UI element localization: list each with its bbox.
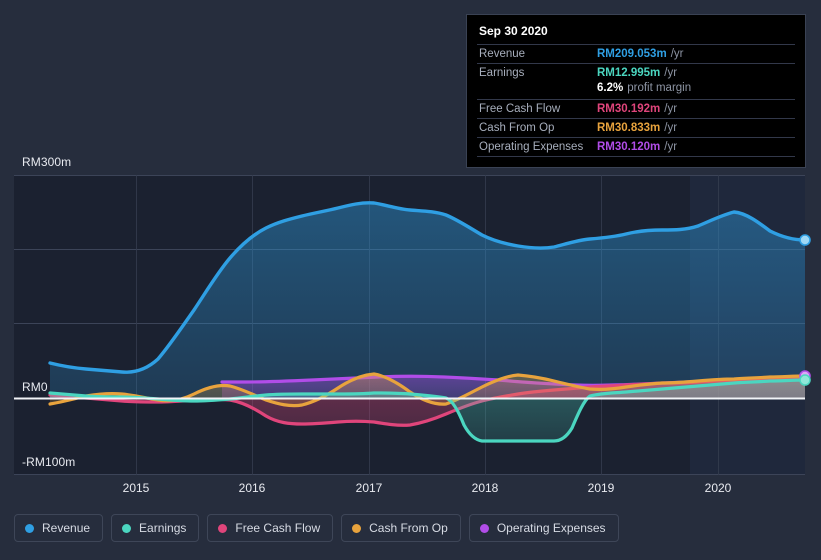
legend-item-revenue[interactable]: Revenue — [14, 514, 104, 542]
tooltip-label-free-cash-flow: Free Cash Flow — [479, 103, 561, 115]
tooltip-unit-profit-margin: profit margin — [627, 82, 692, 94]
legend-item-free-cash-flow[interactable]: Free Cash Flow — [207, 514, 334, 542]
tooltip-label-earnings: Earnings — [479, 67, 525, 79]
legend-label-earnings: Earnings — [139, 521, 187, 535]
tooltip-row-operating-expenses: Operating Expenses RM30.120m /yr — [477, 137, 795, 156]
cash-from-op-swatch-icon — [352, 523, 362, 533]
tooltip-unit-free-cash-flow: /yr — [664, 103, 678, 115]
x-axis-tick-2016: 2016 — [238, 481, 266, 495]
tooltip-row-earnings: Earnings RM12.995m /yr — [477, 63, 795, 82]
x-axis-tick-2019: 2019 — [587, 481, 615, 495]
tooltip-row-revenue: Revenue RM209.053m /yr — [477, 44, 795, 63]
chart-legend: Revenue Earnings Free Cash Flow Cash Fro… — [14, 514, 619, 542]
legend-label-revenue: Revenue — [42, 521, 91, 535]
tooltip-row-free-cash-flow: Free Cash Flow RM30.192m /yr — [477, 99, 795, 118]
tooltip-unit-revenue: /yr — [670, 48, 684, 60]
data-tooltip: Sep 30 2020 Revenue RM209.053m /yr Earni… — [466, 14, 806, 168]
earnings-end-marker — [799, 374, 811, 386]
revenue-end-marker — [799, 234, 811, 246]
legend-label-cash-from-op: Cash From Op — [369, 521, 448, 535]
tooltip-value-revenue: RM209.053m — [597, 48, 667, 60]
tooltip-unit-cash-from-op: /yr — [664, 122, 678, 134]
tooltip-value-profit-margin: 6.2% — [597, 82, 624, 94]
chart-screenshot: RM300m RM0 -RM100m 2015 2016 2017 2018 2… — [0, 0, 821, 560]
tooltip-label-operating-expenses: Operating Expenses — [479, 141, 584, 153]
x-axis-tick-2017: 2017 — [355, 481, 383, 495]
tooltip-label-revenue: Revenue — [479, 48, 526, 60]
revenue-swatch-icon — [25, 523, 34, 533]
legend-label-free-cash-flow: Free Cash Flow — [235, 521, 321, 535]
tooltip-unit-operating-expenses: /yr — [664, 141, 678, 153]
x-axis-tick-2018: 2018 — [471, 481, 499, 495]
operating-expenses-swatch-icon — [479, 523, 489, 533]
tooltip-unit-earnings: /yr — [664, 67, 678, 79]
tooltip-value-earnings: RM12.995m — [597, 67, 661, 79]
tooltip-label-cash-from-op: Cash From Op — [479, 122, 555, 134]
tooltip-footer-divider — [477, 156, 795, 161]
x-axis-tick-2020: 2020 — [704, 481, 732, 495]
legend-label-operating-expenses: Operating Expenses — [496, 521, 606, 535]
legend-item-operating-expenses[interactable]: Operating Expenses — [468, 514, 619, 542]
legend-item-earnings[interactable]: Earnings — [111, 514, 200, 542]
x-axis-tick-2015: 2015 — [122, 481, 150, 495]
earnings-swatch-icon — [122, 523, 132, 533]
tooltip-date: Sep 30 2020 — [479, 24, 548, 38]
tooltip-value-cash-from-op: RM30.833m — [597, 122, 661, 134]
tooltip-value-operating-expenses: RM30.120m — [597, 141, 661, 153]
tooltip-value-free-cash-flow: RM30.192m — [597, 103, 661, 115]
tooltip-row-profit-margin: 6.2% profit margin — [477, 82, 795, 99]
legend-item-cash-from-op[interactable]: Cash From Op — [341, 514, 461, 542]
tooltip-row-cash-from-op: Cash From Op RM30.833m /yr — [477, 118, 795, 137]
free-cash-flow-swatch-icon — [218, 523, 228, 533]
